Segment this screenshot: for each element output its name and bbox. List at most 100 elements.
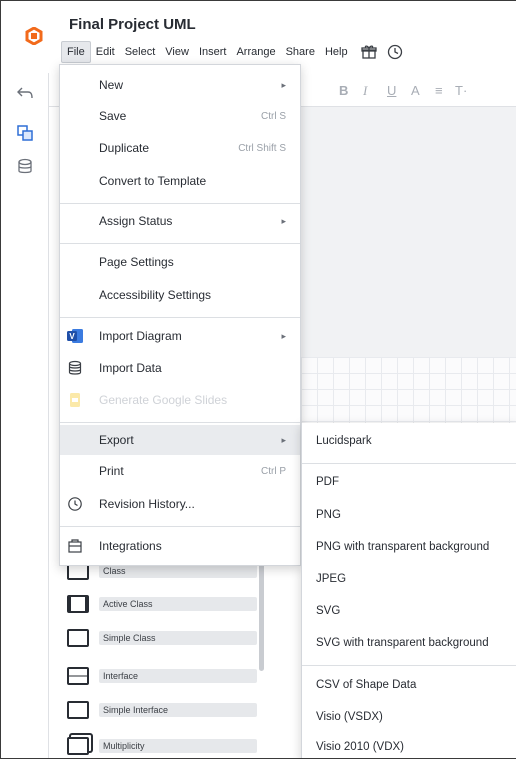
shortcut-label: Ctrl S: [261, 110, 286, 122]
shape-active-class[interactable]: Active Class: [67, 589, 257, 619]
menu-divider: [302, 463, 516, 464]
menu-item-integrations[interactable]: Integrations: [60, 531, 300, 561]
text-options-button[interactable]: T·: [455, 83, 467, 98]
slides-icon: [66, 391, 84, 409]
export-csv-shape-data[interactable]: CSV of Shape Data: [302, 669, 516, 701]
menu-item-page-settings[interactable]: Page Settings: [60, 247, 300, 277]
italic-button[interactable]: I: [363, 83, 367, 99]
library-scrollbar[interactable]: [259, 561, 264, 671]
menu-item-label: Print: [99, 464, 124, 478]
menu-item-label: Duplicate: [99, 141, 150, 155]
multiplicity-shape-icon: [67, 737, 89, 755]
menu-divider: [60, 203, 300, 204]
submenu-arrow-icon: ▸: [281, 215, 286, 226]
simple-interface-shape-icon: [67, 701, 89, 719]
simple-class-shape-icon: [67, 629, 89, 647]
shape-label: Multiplicity: [99, 739, 257, 753]
shape-label: Active Class: [99, 597, 257, 611]
export-png-transparent[interactable]: PNG with transparent background: [302, 531, 516, 563]
menu-divider: [302, 665, 516, 666]
clock-icon[interactable]: [385, 43, 405, 61]
export-submenu: Lucidspark PDF PNG PNG with transparent …: [301, 423, 516, 758]
menu-item-import-diagram[interactable]: V Import Diagram ▸: [60, 321, 300, 351]
menu-item-revision-history[interactable]: Revision History...: [60, 489, 300, 519]
clock-icon: [66, 495, 84, 513]
menu-item-label: Revision History...: [99, 497, 195, 511]
menu-file[interactable]: File: [61, 41, 91, 63]
bold-button[interactable]: B: [339, 83, 348, 98]
menu-item-label: Page Settings: [99, 255, 174, 269]
menu-item-save[interactable]: Save Ctrl S: [60, 101, 300, 131]
submenu-arrow-icon: ▸: [281, 330, 286, 341]
export-lucidspark[interactable]: Lucidspark: [302, 425, 516, 457]
canvas-page-area[interactable]: [301, 107, 516, 357]
export-item-label: SVG: [316, 605, 341, 617]
app-window: Final Project UML File Edit Select View …: [0, 0, 516, 759]
submenu-arrow-icon: ▸: [281, 79, 286, 90]
menu-item-label: Convert to Template: [99, 174, 207, 188]
export-item-label: PDF: [316, 476, 339, 488]
svg-text:V: V: [69, 332, 75, 341]
file-menu-dropdown: New ▸ Save Ctrl S Duplicate Ctrl Shift S…: [59, 64, 301, 566]
shape-label: Simple Class: [99, 631, 257, 645]
document-title[interactable]: Final Project UML: [69, 16, 196, 33]
active-class-shape-icon: [67, 595, 89, 613]
text-color-button[interactable]: A: [411, 83, 420, 98]
menu-insert[interactable]: Insert: [194, 42, 232, 62]
menu-item-export[interactable]: Export ▸: [60, 425, 300, 455]
menu-bar: File Edit Select View Insert Arrange Sha…: [61, 41, 405, 63]
integrations-icon: [66, 537, 84, 555]
menu-help[interactable]: Help: [320, 42, 353, 62]
export-visio-vsdx[interactable]: Visio (VSDX): [302, 701, 516, 733]
export-item-label: PNG: [316, 509, 341, 521]
export-svg-transparent[interactable]: SVG with transparent background: [302, 627, 516, 659]
export-item-label: CSV of Shape Data: [316, 679, 417, 691]
export-item-label: Visio (VSDX): [316, 711, 383, 723]
undo-icon[interactable]: [13, 81, 37, 105]
submenu-arrow-icon: ▸: [281, 434, 286, 445]
export-item-label: Visio 2010 (VDX): [316, 741, 404, 753]
shapes-icon[interactable]: [13, 121, 37, 145]
menu-divider: [60, 526, 300, 527]
export-item-label: SVG with transparent background: [316, 637, 489, 649]
menu-item-duplicate[interactable]: Duplicate Ctrl Shift S: [60, 133, 300, 163]
shape-simple-class[interactable]: Simple Class: [67, 623, 257, 653]
export-png[interactable]: PNG: [302, 499, 516, 531]
database-icon: [66, 359, 84, 377]
shape-label: Simple Interface: [99, 703, 257, 717]
menu-item-label: Export: [99, 433, 134, 447]
menu-item-label: Generate Google Slides: [99, 393, 228, 407]
menu-item-label: Accessibility Settings: [99, 288, 212, 302]
export-jpeg[interactable]: JPEG: [302, 563, 516, 595]
left-rail: [1, 73, 49, 758]
gift-icon[interactable]: [359, 43, 379, 61]
app-header: Final Project UML File Edit Select View …: [1, 1, 516, 73]
menu-item-label: New: [99, 78, 124, 92]
lucid-logo-icon[interactable]: [25, 27, 43, 45]
align-button[interactable]: ≡: [435, 83, 443, 98]
export-item-label: PNG with transparent background: [316, 541, 490, 553]
underline-button[interactable]: U: [387, 83, 396, 98]
layers-icon[interactable]: [13, 155, 37, 179]
shape-simple-interface[interactable]: Simple Interface: [67, 695, 257, 725]
shape-label: Interface: [99, 669, 257, 683]
menu-view[interactable]: View: [160, 42, 194, 62]
shape-multiplicity[interactable]: Multiplicity: [67, 731, 257, 758]
menu-item-import-data[interactable]: Import Data: [60, 353, 300, 383]
export-visio-vdx[interactable]: Visio 2010 (VDX): [302, 731, 516, 758]
menu-item-assign-status[interactable]: Assign Status ▸: [60, 206, 300, 236]
menu-share[interactable]: Share: [281, 42, 320, 62]
menu-item-new[interactable]: New ▸: [60, 70, 300, 100]
menu-item-convert-to-template[interactable]: Convert to Template: [60, 166, 300, 196]
shape-interface[interactable]: Interface: [67, 661, 257, 691]
menu-arrange[interactable]: Arrange: [231, 42, 280, 62]
menu-edit[interactable]: Edit: [91, 42, 120, 62]
menu-select[interactable]: Select: [120, 42, 161, 62]
menu-item-accessibility-settings[interactable]: Accessibility Settings: [60, 280, 300, 310]
export-svg[interactable]: SVG: [302, 595, 516, 627]
menu-item-generate-google-slides: Generate Google Slides: [60, 385, 300, 415]
menu-item-print[interactable]: Print Ctrl P: [60, 456, 300, 486]
export-pdf[interactable]: PDF: [302, 466, 516, 498]
menu-item-label: Integrations: [99, 539, 162, 553]
menu-item-label: Import Diagram: [99, 329, 182, 343]
